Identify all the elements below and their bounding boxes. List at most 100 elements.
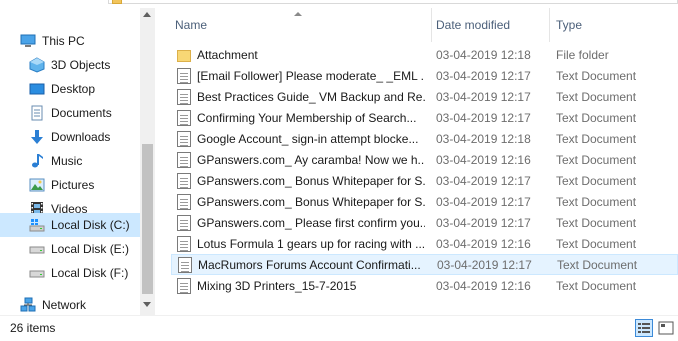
scroll-thumb[interactable]: [142, 144, 153, 294]
network-icon: [20, 297, 36, 313]
text-document-icon: [177, 67, 191, 84]
documents-icon: [29, 105, 45, 121]
music-note-icon: [29, 153, 45, 169]
file-date: 03-04-2019 12:16: [436, 236, 531, 251]
navigation-pane: This PC 3D Objects Desktop Documents Dow…: [0, 8, 155, 315]
text-document-icon: [177, 193, 191, 210]
file-type: Text Document: [556, 194, 637, 209]
scroll-down-arrow-icon[interactable]: [143, 302, 151, 307]
file-name: Google Account_ sign-in attempt blocke..…: [197, 131, 419, 146]
status-bar: 26 items: [0, 315, 678, 341]
file-row[interactable]: Confirming Your Membership of Search... …: [171, 107, 678, 128]
text-document-icon: [177, 130, 191, 147]
file-name: MacRumors Forums Account Confirmati...: [198, 257, 421, 272]
column-date-label: Date modified: [436, 18, 511, 32]
file-date: 03-04-2019 12:16: [436, 152, 531, 167]
file-name: Lotus Formula 1 gears up for racing with…: [197, 236, 425, 251]
file-type: File folder: [556, 47, 609, 62]
file-row[interactable]: Google Account_ sign-in attempt blocke..…: [171, 128, 678, 149]
file-name: Mixing 3D Printers_15-7-2015: [197, 278, 357, 293]
text-document-icon: [177, 88, 191, 105]
file-name: Best Practices Guide_ VM Backup and Re..…: [197, 89, 425, 104]
text-document-icon: [177, 235, 191, 252]
file-type: Text Document: [556, 131, 637, 146]
file-row[interactable]: GPanswers.com_ Bonus Whitepaper for S...…: [171, 170, 678, 191]
file-type: Text Document: [556, 152, 637, 167]
nav-item-label: Local Disk (F:): [51, 266, 129, 280]
windows-drive-icon: [29, 217, 45, 233]
nav-item-local-disk-c[interactable]: Local Disk (C:): [0, 213, 140, 237]
pictures-icon: [29, 177, 45, 193]
download-arrow-icon: [29, 129, 45, 145]
text-document-icon: [177, 109, 191, 126]
nav-item-label: Network: [42, 298, 87, 312]
nav-item-this-pc[interactable]: This PC: [20, 29, 160, 53]
nav-item-label: Pictures: [51, 178, 95, 192]
file-date: 03-04-2019 12:17: [436, 110, 531, 125]
monitor-icon: [20, 33, 36, 49]
file-type: Text Document: [556, 110, 637, 125]
text-document-icon: [178, 256, 192, 273]
address-bar-strip: [0, 0, 678, 8]
file-row[interactable]: GPanswers.com_ Bonus Whitepaper for S...…: [171, 191, 678, 212]
file-name: Confirming Your Membership of Search...: [197, 110, 417, 125]
file-row[interactable]: Attachment 03-04-2019 12:18 File folder: [171, 44, 678, 65]
file-type: Text Document: [556, 278, 637, 293]
file-date: 03-04-2019 12:17: [436, 215, 531, 230]
details-view-button[interactable]: [635, 319, 653, 337]
file-row[interactable]: Mixing 3D Printers_15-7-2015 03-04-2019 …: [171, 275, 678, 296]
column-type-label: Type: [556, 18, 583, 32]
file-name: Attachment: [197, 47, 258, 62]
text-document-icon: [177, 172, 191, 189]
cube-icon: [29, 57, 45, 73]
drive-icon: [29, 241, 45, 257]
file-row[interactable]: GPanswers.com_ Please first confirm you.…: [171, 212, 678, 233]
scroll-up-arrow-icon[interactable]: [143, 12, 151, 17]
file-list: Name Date modified Type Attachment 03-04…: [163, 8, 678, 315]
file-date: 03-04-2019 12:18: [436, 131, 531, 146]
file-name: [Email Follower] Please moderate_ _EML .…: [197, 68, 425, 83]
file-type: Text Document: [556, 89, 637, 104]
large-icons-view-button[interactable]: [657, 319, 675, 337]
drive-icon: [29, 265, 45, 281]
file-date: 03-04-2019 12:18: [436, 47, 531, 62]
details-view-icon: [638, 323, 650, 333]
nav-item-label: Documents: [51, 106, 112, 120]
file-name: GPanswers.com_ Bonus Whitepaper for S...: [197, 194, 425, 209]
file-row[interactable]: Best Practices Guide_ VM Backup and Re..…: [171, 86, 678, 107]
text-document-icon: [177, 277, 191, 294]
nav-item-network[interactable]: Network: [20, 293, 160, 317]
column-name-header[interactable]: Name: [167, 8, 432, 42]
folder-icon: [112, 0, 122, 4]
file-type: Text Document: [556, 215, 637, 230]
column-date-header[interactable]: Date modified: [428, 8, 550, 42]
file-row[interactable]: [Email Follower] Please moderate_ _EML .…: [171, 65, 678, 86]
nav-item-label: Local Disk (E:): [51, 242, 130, 256]
large-icons-view-icon: [658, 321, 674, 335]
file-date: 03-04-2019 12:17: [436, 194, 531, 209]
text-document-icon: [177, 214, 191, 231]
file-type: Text Document: [557, 257, 638, 272]
text-document-icon: [177, 151, 191, 168]
file-type: Text Document: [556, 236, 637, 251]
desktop-icon: [29, 81, 45, 97]
file-type: Text Document: [556, 173, 637, 188]
address-bar[interactable]: [108, 0, 678, 4]
file-row[interactable]: Lotus Formula 1 gears up for racing with…: [171, 233, 678, 254]
folder-icon: [177, 49, 191, 62]
nav-item-label: Downloads: [51, 130, 111, 144]
file-name: GPanswers.com_ Please first confirm you.…: [197, 215, 425, 230]
file-row-hovered[interactable]: MacRumors Forums Account Confirmati... 0…: [171, 254, 678, 275]
file-type: Text Document: [556, 68, 637, 83]
nav-item-label: 3D Objects: [51, 58, 111, 72]
nav-scrollbar[interactable]: [140, 8, 155, 315]
nav-item-label: Desktop: [51, 82, 96, 96]
file-date: 03-04-2019 12:16: [436, 278, 531, 293]
column-type-header[interactable]: Type: [548, 8, 678, 42]
nav-item-label: This PC: [42, 34, 85, 48]
column-header: Name Date modified Type: [163, 8, 678, 42]
file-date: 03-04-2019 12:17: [437, 257, 532, 272]
file-name: GPanswers.com_ Bonus Whitepaper for S...: [197, 173, 425, 188]
file-row[interactable]: GPanswers.com_ Ay caramba! Now we h... 0…: [171, 149, 678, 170]
nav-item-label: Local Disk (C:): [51, 218, 130, 232]
